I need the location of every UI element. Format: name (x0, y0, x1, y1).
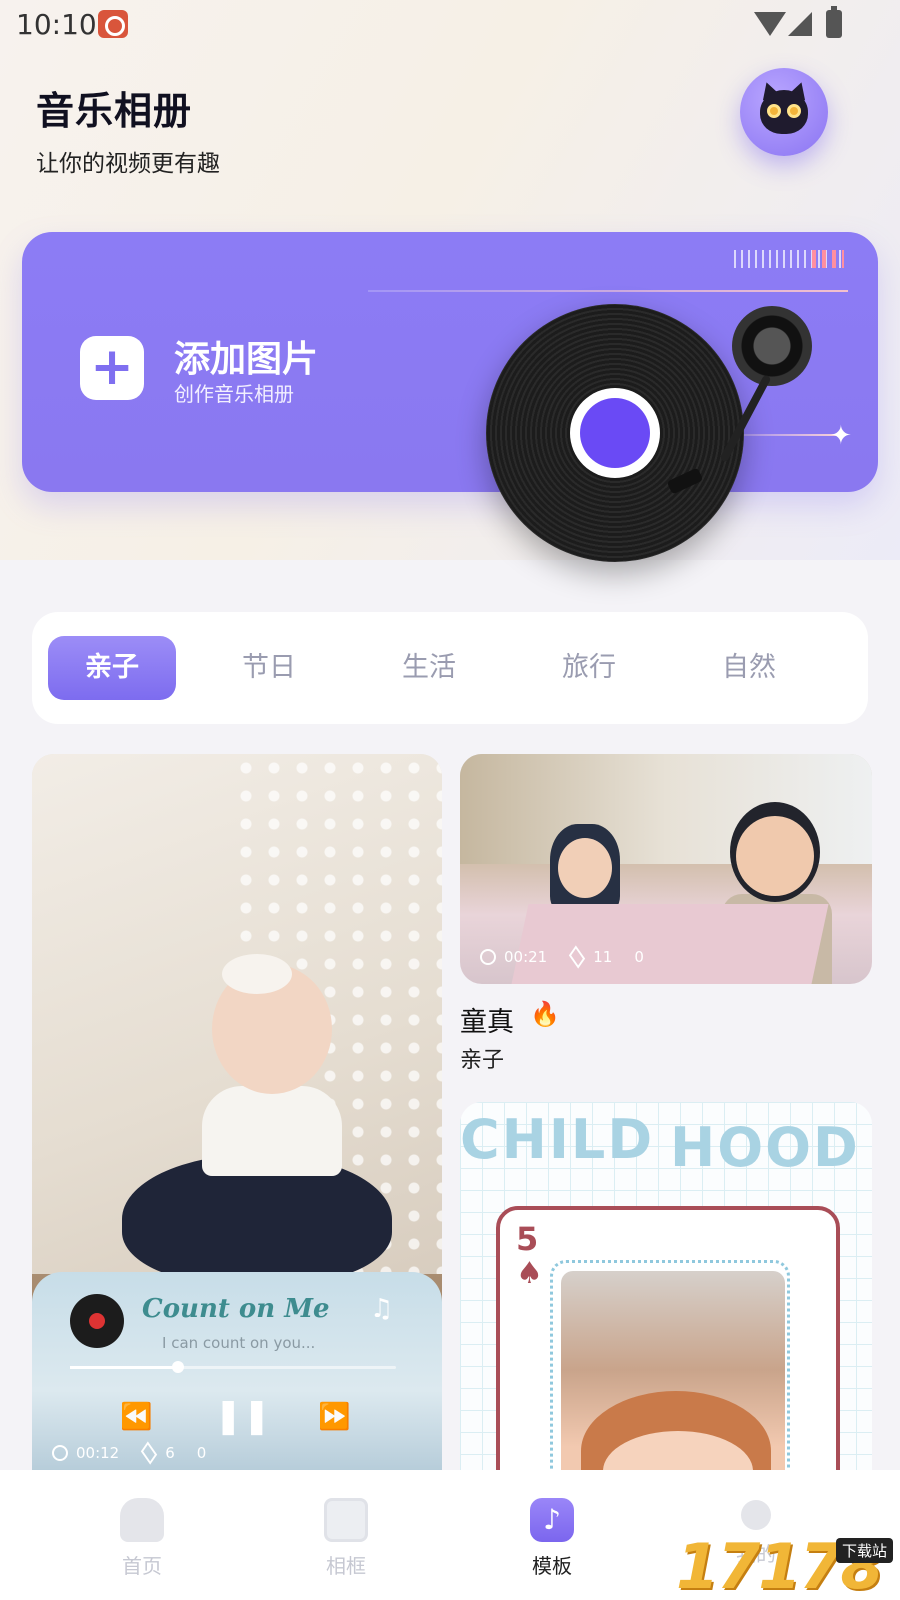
wifi-icon (754, 12, 786, 36)
player-song-title: Count on Me (142, 1294, 330, 1324)
clock-icon (52, 1445, 68, 1461)
player-progress-bar (70, 1361, 396, 1373)
player-progress-fill (70, 1366, 178, 1369)
template-card-baby[interactable]: Count on Me I can count on you... ♫ ⏪ ❚❚… (32, 754, 442, 1470)
record-center (580, 398, 650, 468)
tonearm-base (732, 306, 812, 386)
template-card-playing-card[interactable]: CHILD HOOD 5 ♠ (460, 1102, 872, 1470)
player-progress-knob (172, 1361, 184, 1373)
template-card-childhood[interactable]: 00:21 11 0 (460, 754, 872, 984)
child-photo (561, 1271, 785, 1470)
baby-dress (202, 1086, 342, 1176)
page-subtitle: 让你的视频更有趣 (36, 151, 220, 177)
profile-icon (741, 1500, 771, 1530)
page-title: 音乐相册 (36, 89, 193, 133)
watermark-tag: 下载站 (836, 1538, 894, 1563)
tab-nature[interactable]: 自然 (685, 636, 813, 700)
tab-travel[interactable]: 旅行 (525, 636, 653, 700)
status-time: 10:10 (16, 8, 97, 41)
layers-icon (569, 945, 586, 969)
like-count: 0 (196, 1444, 207, 1462)
notification-app-icon (98, 10, 128, 38)
tab-parent-child[interactable]: 亲子 (48, 636, 176, 700)
avatar[interactable] (740, 68, 828, 156)
nav-frames[interactable]: 相框 (286, 1498, 406, 1579)
kid-face-left (558, 838, 612, 898)
table (511, 904, 829, 984)
layer-count: 6 (165, 1444, 175, 1462)
image-frame-icon (324, 1498, 368, 1542)
duration: 00:12 (76, 1444, 120, 1462)
sparkle-icon: ✦ (830, 421, 852, 451)
card-title[interactable]: 童真 (460, 1000, 514, 1039)
pause-icon: ❚❚ (214, 1396, 271, 1436)
rewind-icon: ⏪ (120, 1402, 153, 1432)
tab-life[interactable]: 生活 (365, 636, 493, 700)
photo-frame (550, 1260, 790, 1470)
nav-home[interactable]: 首页 (82, 1498, 202, 1579)
art-text-hood: HOOD (670, 1116, 860, 1179)
banner-subtitle: 创作音乐相册 (174, 382, 294, 406)
fire-icon: 🔥 (530, 1000, 560, 1028)
layers-icon (141, 1441, 158, 1465)
fast-forward-icon: ⏩ (318, 1402, 351, 1432)
layer-count: 11 (593, 948, 613, 966)
playing-card-frame: 5 ♠ (496, 1206, 840, 1470)
nav-label: 相框 (326, 1554, 366, 1578)
kid-face-right (736, 816, 814, 896)
signal-icon (788, 12, 812, 36)
player-disc-icon (70, 1294, 124, 1348)
card-meta: 00:21 11 0 (480, 945, 644, 969)
nav-templates[interactable]: ♪ 模板 (492, 1498, 612, 1579)
nav-label: 首页 (122, 1554, 162, 1578)
tab-holiday[interactable]: 节日 (205, 636, 333, 700)
home-icon (120, 1498, 164, 1542)
art-text-child: CHILD (460, 1108, 655, 1171)
baby-bow (222, 954, 292, 994)
music-player-widget: Count on Me I can count on you... ♫ ⏪ ❚❚… (32, 1272, 442, 1470)
record-label (570, 388, 660, 478)
vinyl-record-icon (486, 304, 744, 562)
status-bar: 10:10 (0, 0, 900, 48)
banner-title: 添加图片 (174, 339, 319, 380)
card-meta: 00:12 6 0 (52, 1441, 207, 1465)
cat-eye-left (767, 104, 781, 118)
player-lyric: I can count on you... (162, 1334, 316, 1352)
audio-bars-accent (812, 250, 844, 268)
cat-eye-right (787, 104, 801, 118)
battery-icon (826, 6, 842, 38)
nav-label: 模板 (532, 1554, 572, 1578)
music-note-icon: ♫ (370, 1294, 394, 1324)
card-rank: 5 (516, 1220, 539, 1258)
add-photo-button[interactable]: + (80, 336, 144, 400)
banner-line-decoration (368, 290, 848, 292)
spade-icon: ♠ (516, 1256, 543, 1291)
category-tabs: 亲子 节日 生活 旅行 自然 (32, 612, 868, 724)
music-note-icon: ♪ (530, 1498, 574, 1542)
card-category: 亲子 (460, 1048, 505, 1073)
like-count: 0 (634, 948, 644, 966)
duration: 00:21 (504, 948, 548, 966)
clock-icon (480, 949, 496, 965)
